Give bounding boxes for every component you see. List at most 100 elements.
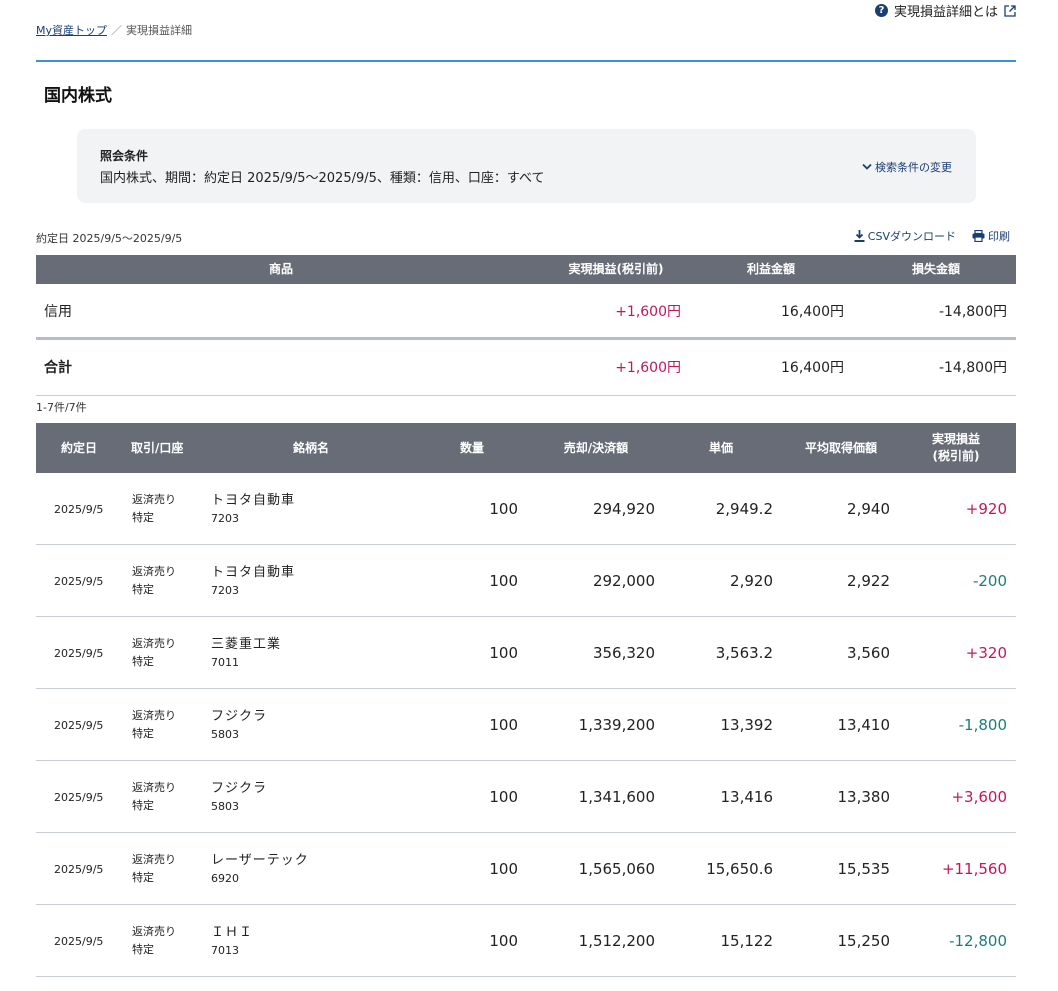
table-row: 2025/9/5 返済売り 特定 フジクラ 5803 100 1,339,200 13,392…	[36, 689, 1016, 761]
cell-amount: 1,339,200	[578, 716, 655, 734]
cell-realized: -1,800	[958, 716, 1007, 734]
cell-stock-code: 7011	[211, 656, 239, 669]
cell-avg: 13,410	[837, 716, 891, 734]
cell-avg: 15,250	[837, 932, 891, 950]
cell-price: 3,563.2	[715, 644, 773, 662]
cell-account: 返済売り 特定	[132, 617, 176, 689]
period-label: 約定日 2025/9/5〜2025/9/5	[36, 232, 183, 245]
summary-total-row: 合計 +1,600円 16,400円 -14,800円	[36, 340, 1016, 396]
cell-account: 返済売り 特定	[132, 545, 176, 617]
print-label: 印刷	[988, 230, 1010, 243]
cell-stock-code: 7013	[211, 944, 239, 957]
detail-table: 約定日 取引/口座 銘柄名 数量 売却/決済額 単価 平均取得価額 実現損益 (…	[36, 423, 1016, 977]
cell-stock-code: 5803	[211, 728, 239, 741]
change-conditions-label: 検索条件の変更	[875, 161, 952, 174]
cell-qty: 100	[489, 932, 518, 950]
summary-header-loss: 損失金額	[911, 262, 960, 276]
breadcrumb-current: 実現損益詳細	[126, 24, 193, 37]
table-row: 2025/9/5 返済売り 特定 トヨタ自動車 7203 100 294,920 2,949.…	[36, 473, 1016, 545]
question-icon: ?	[874, 4, 888, 17]
summary-row: 信用 +1,600円 16,400円 -14,800円	[36, 284, 1016, 340]
cell-amount: 1,565,060	[578, 860, 655, 878]
cell-amount: 356,320	[592, 644, 655, 662]
download-icon	[854, 230, 865, 242]
cell-account: 返済売り 特定	[132, 761, 176, 833]
summary-realized: +1,600円	[615, 304, 681, 320]
cell-stock: トヨタ自動車 7203	[211, 473, 295, 545]
cell-realized: +11,560	[941, 860, 1007, 878]
cell-stock-code: 6920	[211, 872, 239, 885]
cell-trade-type: 返済売り	[132, 637, 176, 650]
cell-stock: 三菱重工業 7011	[211, 617, 281, 689]
table-row: 2025/9/5 返済売り 特定 レーザーテック 6920 100 1,565,060 15,…	[36, 833, 1016, 905]
summary-header-realized: 実現損益(税引前)	[568, 262, 664, 276]
summary-header-row: 商品 実現損益(税引前) 利益金額 損失金額	[36, 255, 1016, 284]
cell-account-type: 特定	[132, 727, 154, 740]
cell-date: 2025/9/5	[54, 502, 104, 516]
cell-trade-type: 返済売り	[132, 709, 176, 722]
change-conditions-button[interactable]: 検索条件の変更	[862, 159, 952, 175]
cell-stock-name: トヨタ自動車	[211, 493, 296, 508]
cell-amount: 1,512,200	[578, 932, 655, 950]
cell-price: 2,920	[730, 572, 773, 590]
cell-trade-type: 返済売り	[132, 565, 176, 578]
summary-table: 商品 実現損益(税引前) 利益金額 損失金額 信用 +1,600円 16,400…	[36, 255, 1016, 396]
cell-stock: レーザーテック 6920	[211, 833, 309, 905]
cell-date: 2025/9/5	[54, 646, 104, 660]
cell-trade-type: 返済売り	[132, 853, 176, 866]
search-conditions-panel: 照会条件 国内株式、期間：約定日 2025/9/5〜2025/9/5、種類：信用…	[77, 129, 976, 203]
summary-header-profit: 利益金額	[746, 262, 795, 276]
help-link[interactable]: ? 実現損益詳細とは	[874, 1, 1016, 20]
cell-date: 2025/9/5	[54, 718, 104, 732]
cell-account-type: 特定	[132, 871, 154, 884]
cell-qty: 100	[489, 644, 518, 662]
cell-account: 返済売り 特定	[132, 473, 176, 545]
cell-amount: 292,000	[592, 572, 655, 590]
summary-total-profit: 16,400円	[781, 360, 844, 376]
cell-account: 返済売り 特定	[132, 905, 176, 977]
cell-realized: -12,800	[949, 932, 1007, 950]
csv-download-button[interactable]: CSVダウンロード	[854, 228, 956, 244]
cell-stock-name: トヨタ自動車	[211, 565, 296, 580]
cell-account-type: 特定	[132, 583, 154, 596]
cell-qty: 100	[489, 860, 518, 878]
external-link-icon	[1004, 4, 1016, 17]
cell-trade-type: 返済売り	[132, 493, 176, 506]
summary-profit: 16,400円	[781, 304, 844, 320]
table-row: 2025/9/5 返済売り 特定 三菱重工業 7011 100 356,320 3,563.2…	[36, 617, 1016, 689]
cell-stock-name: ＩＨＩ	[211, 925, 254, 940]
cell-avg: 2,940	[847, 500, 890, 518]
cell-price: 15,122	[720, 932, 774, 950]
cell-qty: 100	[489, 788, 518, 806]
table-row: 2025/9/5 返済売り 特定 ＩＨＩ 7013 100 1,512,200 15,122 1…	[36, 905, 1016, 977]
summary-loss: -14,800円	[938, 304, 1007, 320]
detail-header-row: 約定日 取引/口座 銘柄名 数量 売却/決済額 単価 平均取得価額 実現損益 (…	[36, 423, 1016, 473]
cell-account-type: 特定	[132, 799, 154, 812]
cell-stock-name: フジクラ	[211, 781, 268, 796]
csv-download-label: CSVダウンロード	[867, 230, 956, 243]
printer-icon	[972, 230, 985, 242]
header-name: 銘柄名	[292, 440, 329, 455]
cell-price: 13,416	[720, 788, 774, 806]
breadcrumb-separator: ／	[111, 24, 123, 37]
cell-account-type: 特定	[132, 511, 154, 524]
cell-qty: 100	[489, 572, 518, 590]
print-button[interactable]: 印刷	[972, 228, 1010, 244]
cell-stock-name: 三菱重工業	[211, 637, 282, 652]
header-realized-line2: (税引前)	[932, 449, 980, 463]
detail-body: 2025/9/5 返済売り 特定 トヨタ自動車 7203 100 294,920 2,949.…	[36, 473, 1016, 977]
header-avg: 平均取得価額	[804, 440, 877, 455]
header-date: 約定日	[60, 440, 97, 455]
cell-avg: 13,380	[837, 788, 891, 806]
breadcrumb-home-link[interactable]: My資産トップ	[36, 24, 107, 37]
cell-amount: 294,920	[592, 500, 655, 518]
cell-stock: フジクラ 5803	[211, 689, 267, 761]
table-actions: CSVダウンロード 印刷	[854, 228, 1010, 244]
cell-avg: 2,922	[847, 572, 890, 590]
cell-realized: -200	[972, 572, 1007, 590]
cell-price: 15,650.6	[706, 860, 773, 878]
summary-total-loss: -14,800円	[938, 360, 1007, 376]
summary-product: 信用	[44, 304, 72, 320]
table-row: 2025/9/5 返済売り 特定 フジクラ 5803 100 1,341,600 13,416…	[36, 761, 1016, 833]
cell-date: 2025/9/5	[54, 574, 104, 588]
